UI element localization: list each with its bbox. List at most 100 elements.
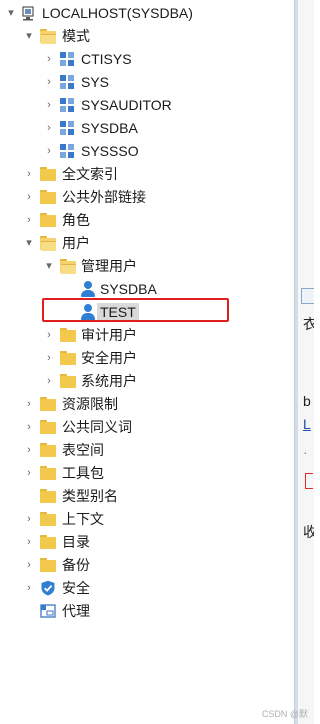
schema-icon	[60, 97, 76, 113]
folder-icon	[40, 396, 56, 412]
expand-arrow-icon[interactable]: ›	[23, 580, 35, 596]
expand-arrow-icon[interactable]: ›	[23, 419, 35, 435]
expand-arrow-icon[interactable]: ›	[23, 442, 35, 458]
tree-node-schema-sys[interactable]: › SYS	[0, 71, 294, 94]
tree-node-label: 代理	[62, 603, 90, 619]
expand-arrow-icon[interactable]: ›	[23, 534, 35, 550]
tree-node-label: 模式	[62, 28, 90, 44]
shield-icon	[40, 580, 56, 596]
editor-pane-edge: 衣 b L · 收	[298, 0, 314, 724]
folder-icon	[60, 373, 76, 389]
folder-icon	[60, 350, 76, 366]
folder-icon	[40, 166, 56, 182]
expand-arrow-icon[interactable]: ›	[23, 511, 35, 527]
folder-open-icon	[40, 28, 56, 44]
watermark: CSDN @默	[261, 709, 308, 719]
folder-icon	[40, 465, 56, 481]
tree-node-label: 表空间	[62, 442, 104, 458]
editor-link-fragment[interactable]: L	[303, 416, 311, 432]
tree-node-label: 公共外部链接	[62, 189, 146, 205]
editor-text-fragment: 衣	[303, 316, 314, 332]
expand-arrow-icon[interactable]: ›	[23, 396, 35, 412]
folder-icon	[40, 419, 56, 435]
tree-node-security[interactable]: › 安全	[0, 577, 294, 600]
expand-arrow-icon[interactable]: ›	[23, 557, 35, 573]
server-icon	[20, 5, 36, 21]
expand-arrow-icon[interactable]: ›	[43, 143, 55, 159]
expand-arrow-icon[interactable]: ›	[23, 465, 35, 481]
tree-node-public-synonyms[interactable]: › 公共同义词	[0, 416, 294, 439]
folder-icon	[40, 534, 56, 550]
tree-node-label: 目录	[62, 534, 90, 550]
expand-arrow-icon[interactable]: ›	[43, 97, 55, 113]
tree-node-security-users[interactable]: › 安全用户	[0, 347, 294, 370]
collapse-arrow-icon[interactable]: ▾	[43, 258, 55, 274]
folder-open-icon	[40, 235, 56, 251]
folder-icon	[40, 511, 56, 527]
editor-text-fragment: 收	[303, 524, 314, 540]
tree-node-label: 系统用户	[81, 373, 137, 389]
tree-node-audit-users[interactable]: › 审计用户	[0, 324, 294, 347]
tree-node-schema-ctisys[interactable]: › CTISYS	[0, 48, 294, 71]
tree-node-label: SYSAUDITOR	[81, 97, 172, 113]
tree-node-label: 管理用户	[81, 258, 137, 274]
expand-arrow-icon[interactable]: ›	[23, 189, 35, 205]
tree-node-label: 类型别名	[62, 488, 118, 504]
schema-icon	[60, 74, 76, 90]
expand-arrow-icon	[23, 488, 35, 504]
tree-node-public-external-links[interactable]: › 公共外部链接	[0, 186, 294, 209]
editor-tab-edge[interactable]	[301, 288, 314, 304]
schema-icon	[60, 51, 76, 67]
expand-arrow-icon[interactable]: ›	[43, 327, 55, 343]
tree-node-label: SYSDBA	[81, 120, 138, 136]
tree-node-contexts[interactable]: › 上下文	[0, 508, 294, 531]
tree-node-type-aliases[interactable]: 类型别名	[0, 485, 294, 508]
expand-arrow-icon[interactable]: ›	[43, 51, 55, 67]
tree-node-label: CTISYS	[81, 51, 132, 67]
schema-icon	[60, 120, 76, 136]
tree-node-label: SYSSSO	[81, 143, 139, 159]
tree-node-label: 全文索引	[62, 166, 118, 182]
tree-node-label: 审计用户	[81, 327, 137, 343]
expand-arrow-icon[interactable]: ›	[43, 74, 55, 90]
tree-node-localhost[interactable]: ▾ LOCALHOST(SYSDBA)	[0, 2, 294, 25]
tree-node-system-users[interactable]: › 系统用户	[0, 370, 294, 393]
tree-node-backups[interactable]: › 备份	[0, 554, 294, 577]
tree-node-label: 安全用户	[81, 350, 137, 366]
tree-node-fulltext-index[interactable]: › 全文索引	[0, 163, 294, 186]
tree-node-label: 资源限制	[62, 396, 118, 412]
tree-node-schema-syssso[interactable]: › SYSSSO	[0, 140, 294, 163]
expand-arrow-icon[interactable]: ›	[43, 350, 55, 366]
highlight-annotation-box	[42, 298, 229, 322]
tree-node-label: 上下文	[62, 511, 104, 527]
tree-node-directories[interactable]: › 目录	[0, 531, 294, 554]
expand-arrow-icon[interactable]: ›	[43, 373, 55, 389]
tree-node-label: 工具包	[62, 465, 104, 481]
tree-node-label: 公共同义词	[62, 419, 132, 435]
editor-text-fragment: b	[303, 393, 311, 409]
folder-icon	[40, 488, 56, 504]
tree-node-schema-sysdba[interactable]: › SYSDBA	[0, 117, 294, 140]
tree-node-proxy[interactable]: 代理	[0, 600, 294, 623]
tree-node-tablespaces[interactable]: › 表空间	[0, 439, 294, 462]
tree-node-schemas[interactable]: ▾ 模式	[0, 25, 294, 48]
expand-arrow-icon[interactable]: ›	[23, 166, 35, 182]
tree-node-packages[interactable]: › 工具包	[0, 462, 294, 485]
tree-node-label: 备份	[62, 557, 90, 573]
expand-arrow-icon[interactable]: ›	[23, 212, 35, 228]
editor-text-fragment: ·	[303, 444, 308, 460]
folder-open-icon	[60, 258, 76, 274]
collapse-arrow-icon[interactable]: ▾	[23, 28, 35, 44]
expand-arrow-icon[interactable]: ›	[43, 120, 55, 136]
tree-node-users[interactable]: ▾ 用户	[0, 232, 294, 255]
tree-node-schema-sysauditor[interactable]: › SYSAUDITOR	[0, 94, 294, 117]
error-marker	[305, 473, 313, 489]
folder-icon	[40, 557, 56, 573]
collapse-arrow-icon[interactable]: ▾	[23, 235, 35, 251]
tree-node-roles[interactable]: › 角色	[0, 209, 294, 232]
tree-node-resource-limits[interactable]: › 资源限制	[0, 393, 294, 416]
collapse-arrow-icon[interactable]: ▾	[5, 5, 17, 21]
tree-node-label: 角色	[62, 212, 90, 228]
object-tree: ▾ LOCALHOST(SYSDBA) ▾ 模式 › CTISYS › SYS …	[0, 0, 294, 724]
tree-node-admin-users[interactable]: ▾ 管理用户	[0, 255, 294, 278]
